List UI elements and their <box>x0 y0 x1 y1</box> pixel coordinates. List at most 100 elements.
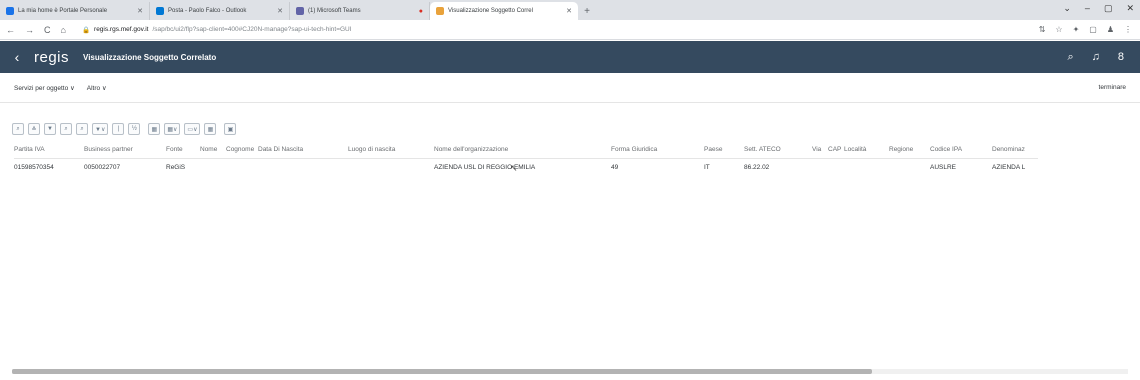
column-header[interactable]: Nome <box>200 142 226 159</box>
sub-header-menu: Servizi per oggetto ∨ Altro ∨ <box>0 84 107 92</box>
window-controls: ⌄ – ▢ ✕ <box>1063 3 1134 14</box>
details-button[interactable]: ⌕ <box>12 123 24 135</box>
sub-header: Servizi per oggetto ∨ Altro ∨ terminare <box>0 73 1140 103</box>
search-icon[interactable]: ⌕ <box>1067 51 1073 64</box>
table-cell[interactable] <box>812 158 828 176</box>
table-cell[interactable]: AUSLRE <box>930 158 992 176</box>
portal-icon <box>6 7 14 15</box>
menu-icon[interactable]: ⋮ <box>1124 25 1132 34</box>
maximize-icon[interactable]: ▢ <box>1104 3 1113 14</box>
column-header[interactable]: CAP <box>828 142 844 159</box>
table-cell[interactable] <box>828 158 844 176</box>
new-tab-button[interactable]: + <box>578 2 596 20</box>
browser-tab-active[interactable]: Visualizzazione Soggetto Correl ✕ <box>430 2 578 20</box>
column-header[interactable]: Data Di Nascita <box>258 142 348 159</box>
lock-icon: 🔒 <box>81 26 91 34</box>
layout-button[interactable]: ▦ <box>204 123 217 135</box>
browser-toolbar-icons: ⇅ ☆ ✦ ▢ ♟ ⋮ <box>1039 25 1140 34</box>
table-cell[interactable]: AZIENDA USL DI REGGIO EMILIA <box>434 158 611 176</box>
table-cell[interactable]: ReGiS <box>166 158 200 176</box>
notification-bell-icon[interactable]: ♫ <box>1092 51 1100 64</box>
minimize-icon[interactable]: – <box>1085 3 1090 14</box>
close-window-icon[interactable]: ✕ <box>1126 3 1134 14</box>
app-shell-bar: ‹ regis Visualizzazione Soggetto Correla… <box>0 41 1140 73</box>
shell-back-button[interactable]: ‹ <box>0 49 34 65</box>
column-header[interactable]: Regione <box>889 142 930 159</box>
close-tab-icon[interactable]: ✕ <box>566 7 572 15</box>
column-header[interactable]: Paese <box>704 142 744 159</box>
services-for-object-menu[interactable]: Servizi per oggetto ∨ <box>14 84 75 92</box>
scrollbar-thumb[interactable] <box>12 369 872 374</box>
sort-descending-button[interactable]: ▼ <box>44 123 56 135</box>
address-bar-row: ← → C ⌂ 🔒 regis.rgs.mef.gov.it/sap/bc/ui… <box>0 20 1140 40</box>
table-cell[interactable]: 0050022707 <box>84 158 166 176</box>
column-header[interactable]: Denominaz <box>992 142 1038 159</box>
views-button[interactable]: ▦∨ <box>164 123 181 135</box>
column-header[interactable]: Business partner <box>84 142 166 159</box>
reload-icon[interactable]: C <box>44 25 51 35</box>
table-cell[interactable] <box>844 158 889 176</box>
browser-tab-strip: La mia home è Portale Personale ✕ Posta … <box>0 0 1140 20</box>
browser-tab[interactable]: La mia home è Portale Personale ✕ <box>0 2 150 20</box>
column-header[interactable]: Nome dell'organizzazione <box>434 142 611 159</box>
tab-label: Posta - Paolo Falco - Outlook <box>168 8 247 14</box>
share-icon[interactable]: ⇅ <box>1039 25 1046 34</box>
user-icon[interactable]: 8 <box>1118 51 1124 64</box>
info-button[interactable]: ▣ <box>224 123 237 135</box>
subtotal-button[interactable]: ½ <box>128 123 141 135</box>
mouse-cursor-icon: ↖ <box>510 163 518 173</box>
profile-icon[interactable]: ♟ <box>1107 25 1114 34</box>
column-header[interactable]: Codice IPA <box>930 142 992 159</box>
column-header[interactable]: Cognome <box>226 142 258 159</box>
back-icon[interactable]: ← <box>6 25 15 35</box>
tab-label: La mia home è Portale Personale <box>18 8 108 14</box>
more-menu[interactable]: Altro ∨ <box>87 84 107 92</box>
table-cell[interactable]: 86.22.02 <box>744 158 812 176</box>
home-icon[interactable]: ⌂ <box>61 25 66 35</box>
browser-tab[interactable]: (1) Microsoft Teams ● <box>290 2 430 20</box>
export-button[interactable]: ▭∨ <box>184 123 201 135</box>
url-field[interactable]: 🔒 regis.rgs.mef.gov.it/sap/bc/ui2/flp?sa… <box>78 23 1038 37</box>
browser-tab[interactable]: Posta - Paolo Falco - Outlook ✕ <box>150 2 290 20</box>
tab-label: (1) Microsoft Teams <box>308 8 361 14</box>
column-header[interactable]: Forma Giuridica <box>611 142 704 159</box>
exit-button[interactable]: terminare <box>1099 84 1140 91</box>
column-header[interactable]: Sett. ATECO <box>744 142 812 159</box>
regis-logo[interactable]: regis <box>34 49 69 66</box>
find-next-button[interactable]: ⌕ <box>76 123 88 135</box>
sidepanel-icon[interactable]: ▢ <box>1089 25 1097 34</box>
column-header[interactable]: Fonte <box>166 142 200 159</box>
print-button[interactable]: ▦ <box>148 123 161 135</box>
close-tab-icon[interactable]: ✕ <box>277 7 283 15</box>
app-title: Visualizzazione Soggetto Correlato <box>83 52 217 62</box>
forward-icon[interactable]: → <box>25 25 34 35</box>
results-table: Partita IVA Business partner Fonte Nome … <box>14 142 1038 176</box>
close-tab-icon[interactable]: ● <box>419 8 423 15</box>
column-header[interactable]: Località <box>844 142 889 159</box>
column-header[interactable]: Partita IVA <box>14 142 84 159</box>
table-cell[interactable]: 49 <box>611 158 704 176</box>
sort-ascending-button[interactable]: ≜ <box>28 123 40 135</box>
table-cell[interactable]: AZIENDA L <box>992 158 1038 176</box>
url-path: /sap/bc/ui2/flp?sap-client=400#CJ20N-man… <box>152 26 352 33</box>
table-cell[interactable] <box>348 158 434 176</box>
teams-icon <box>296 7 304 15</box>
find-button[interactable]: ⌕ <box>60 123 72 135</box>
horizontal-scrollbar[interactable] <box>12 369 1128 374</box>
table-cell[interactable] <box>226 158 258 176</box>
sum-button[interactable]: | <box>112 123 125 135</box>
table-row[interactable]: 01598570354 0050022707 ReGiS AZIENDA USL… <box>14 158 1038 176</box>
bookmark-star-icon[interactable]: ☆ <box>1055 25 1062 34</box>
table-cell[interactable]: IT <box>704 158 744 176</box>
column-header[interactable]: Via <box>812 142 828 159</box>
table-cell[interactable] <box>258 158 348 176</box>
filter-button[interactable]: ▼∨ <box>92 123 109 135</box>
close-tab-icon[interactable]: ✕ <box>137 7 143 15</box>
table-cell[interactable] <box>889 158 930 176</box>
column-header[interactable]: Luogo di nascita <box>348 142 434 159</box>
table-cell[interactable] <box>200 158 226 176</box>
extensions-icon[interactable]: ✦ <box>1073 25 1080 34</box>
table-cell[interactable]: 01598570354 <box>14 158 84 176</box>
sap-tab-icon <box>436 7 444 15</box>
tab-search-icon[interactable]: ⌄ <box>1063 3 1071 14</box>
